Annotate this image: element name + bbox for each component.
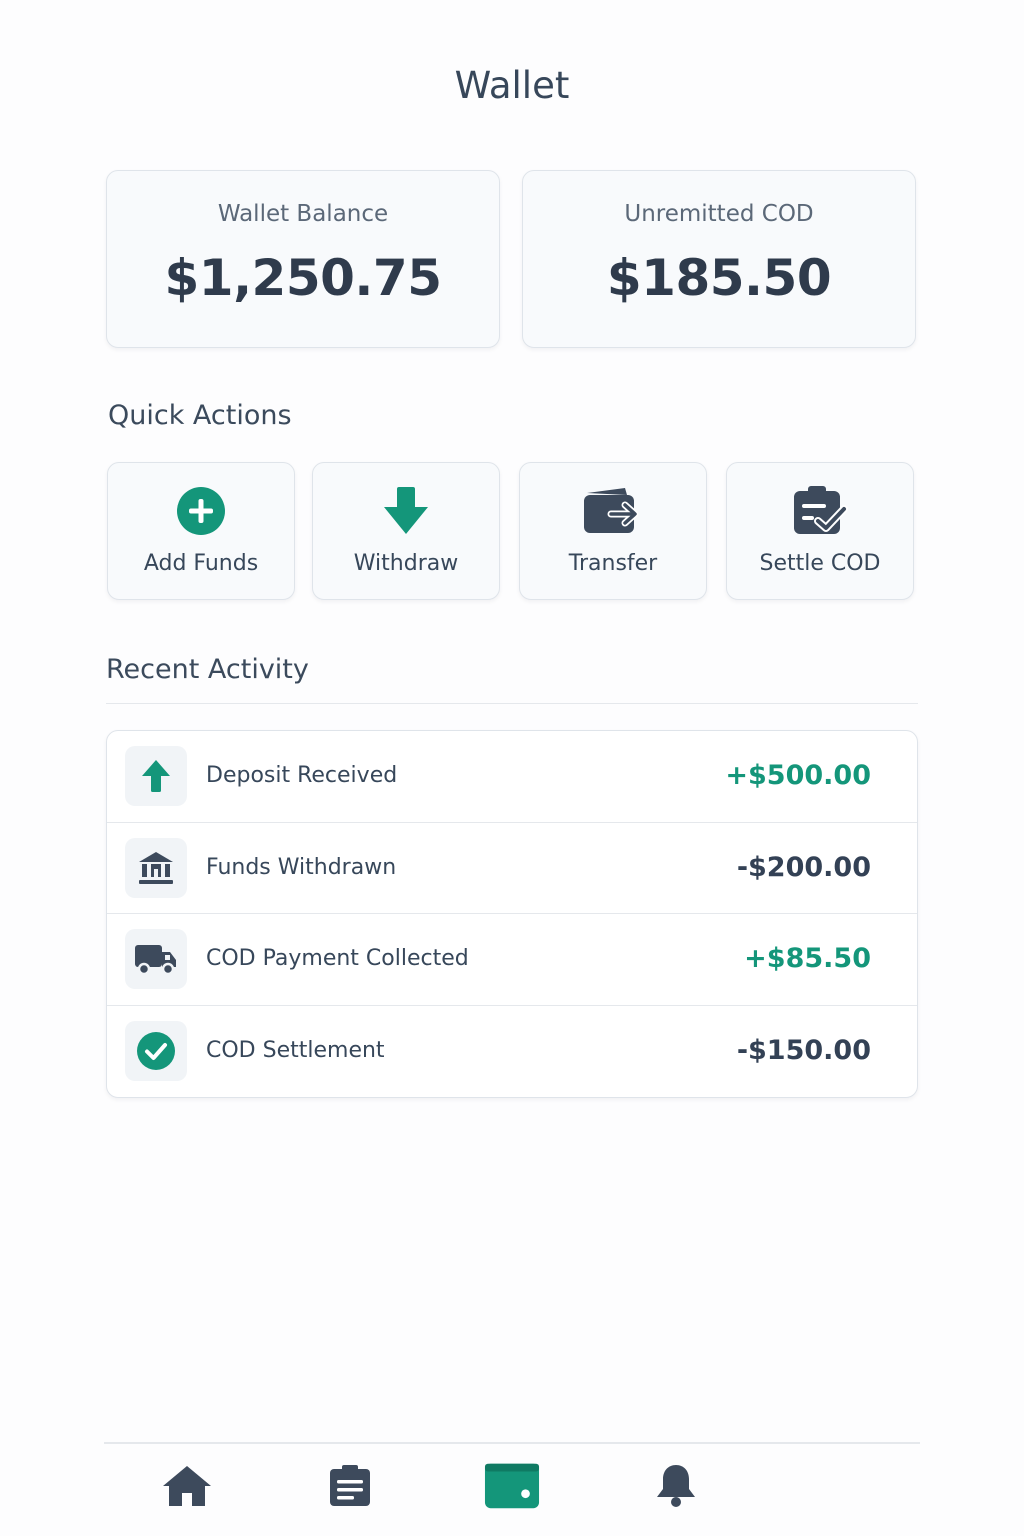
- section-divider: [106, 703, 918, 704]
- arrow-up-icon: [125, 746, 187, 806]
- list-item[interactable]: COD Payment Collected +$85.50: [107, 914, 917, 1006]
- clipboard-check-icon: [727, 483, 913, 539]
- activity-amount: -$150.00: [736, 1034, 871, 1066]
- withdraw-label: Withdraw: [353, 551, 459, 576]
- arrow-down-icon: [313, 483, 499, 539]
- home-icon: [163, 1466, 211, 1506]
- wallet-balance-card: Wallet Balance $1,250.75: [106, 170, 500, 348]
- nav-orders[interactable]: [322, 1458, 378, 1514]
- bottom-nav-divider: [104, 1442, 920, 1444]
- activity-list: Deposit Received +$500.00 Funds Withdraw…: [106, 730, 918, 1098]
- nav-wallet[interactable]: [484, 1458, 540, 1514]
- nav-home[interactable]: [159, 1458, 215, 1514]
- orders-icon: [330, 1465, 370, 1506]
- transfer-label: Transfer: [568, 551, 658, 576]
- wallet-icon: [484, 1463, 540, 1509]
- withdraw-button[interactable]: Withdraw: [312, 462, 500, 600]
- unremitted-cod-amount: $185.50: [606, 249, 832, 307]
- add-funds-button[interactable]: Add Funds: [107, 462, 295, 600]
- plus-circle-icon: [108, 483, 294, 539]
- check-circle-icon: [125, 1020, 187, 1081]
- page-title: Wallet: [454, 64, 570, 107]
- activity-description: COD Payment Collected: [206, 946, 469, 971]
- nav-notifications[interactable]: [648, 1458, 704, 1514]
- activity-description: Funds Withdrawn: [206, 854, 397, 880]
- list-item[interactable]: Deposit Received +$500.00: [107, 731, 917, 823]
- add-funds-label: Add Funds: [143, 551, 259, 576]
- truck-icon: [125, 929, 187, 989]
- unremitted-cod-label: Unremitted COD: [624, 201, 814, 227]
- list-item[interactable]: Funds Withdrawn -$200.00: [107, 823, 917, 914]
- bell-icon: [657, 1465, 695, 1507]
- activity-amount: +$85.50: [744, 943, 871, 974]
- wallet-balance-amount: $1,250.75: [164, 249, 442, 307]
- bank-icon: [125, 837, 187, 898]
- transfer-button[interactable]: Transfer: [519, 462, 707, 600]
- activity-description: Deposit Received: [206, 763, 398, 788]
- list-item[interactable]: COD Settlement -$150.00: [107, 1006, 917, 1098]
- settle-cod-label: Settle COD: [759, 551, 881, 576]
- wallet-transfer-icon: [520, 483, 706, 539]
- activity-description: COD Settlement: [206, 1037, 385, 1063]
- quick-actions-title: Quick Actions: [108, 400, 292, 431]
- wallet-balance-label: Wallet Balance: [217, 201, 389, 227]
- recent-activity-title: Recent Activity: [106, 654, 309, 685]
- activity-amount: -$200.00: [736, 851, 871, 883]
- settle-cod-button[interactable]: Settle COD: [726, 462, 914, 600]
- activity-amount: +$500.00: [725, 760, 871, 791]
- unremitted-cod-card: Unremitted COD $185.50: [522, 170, 916, 348]
